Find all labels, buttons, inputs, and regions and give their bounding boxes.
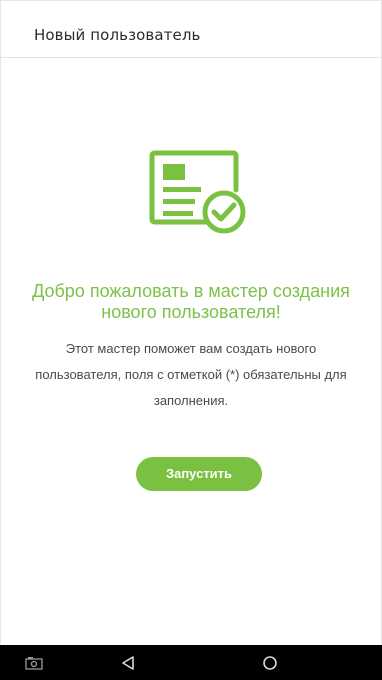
home-icon[interactable]	[250, 645, 290, 680]
start-button[interactable]: Запустить	[136, 457, 262, 491]
welcome-description-line3: заполнения.	[153, 393, 229, 408]
app-header: Новый пользователь	[0, 0, 382, 58]
welcome-description-line1: Этот мастер поможет вам создать нового	[65, 341, 317, 356]
screenshot-icon[interactable]	[14, 645, 54, 680]
back-icon[interactable]	[108, 645, 148, 680]
page-title: Новый пользователь	[34, 26, 201, 44]
welcome-description-line2: пользователя, поля с отметкой (*) обязат…	[35, 367, 347, 382]
system-navigation-bar	[0, 645, 382, 680]
welcome-heading: Добро пожаловать в мастер создания новог…	[8, 281, 374, 323]
user-card-check-icon	[149, 150, 249, 236]
welcome-heading-line1: Добро пожаловать в мастер создания	[32, 281, 350, 301]
welcome-heading-line2: нового пользователя!	[101, 302, 281, 322]
welcome-description: Этот мастер поможет вам создать нового п…	[6, 336, 376, 414]
